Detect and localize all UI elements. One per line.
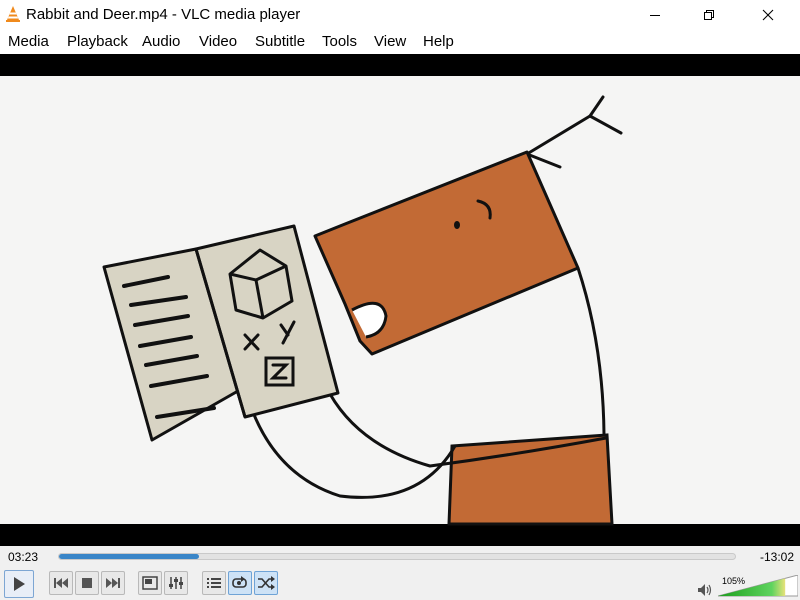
- previous-button[interactable]: [49, 571, 73, 595]
- skip-next-icon: [106, 578, 120, 588]
- time-remaining[interactable]: -13:02: [760, 550, 794, 564]
- menu-view[interactable]: View: [374, 33, 406, 50]
- menu-tools[interactable]: Tools: [322, 33, 357, 50]
- playlist-button[interactable]: [202, 571, 226, 595]
- seek-slider[interactable]: [58, 553, 736, 560]
- vlc-cone-icon: [6, 6, 20, 22]
- shuffle-icon: [258, 576, 275, 590]
- window-title: Rabbit and Deer.mp4 - VLC media player: [26, 6, 301, 23]
- video-frame: [0, 54, 800, 546]
- volume-slider[interactable]: [718, 575, 798, 597]
- loop-icon: [232, 576, 247, 588]
- menu-help[interactable]: Help: [423, 33, 454, 50]
- fullscreen-button[interactable]: [138, 571, 162, 595]
- menu-media[interactable]: Media: [8, 33, 49, 50]
- menu-audio[interactable]: Audio: [142, 33, 180, 50]
- fullscreen-icon: [142, 576, 158, 590]
- playlist-icon: [207, 578, 221, 588]
- skip-previous-icon: [54, 578, 68, 588]
- video-output[interactable]: [0, 54, 800, 546]
- close-icon: [762, 9, 774, 21]
- restore-button[interactable]: [686, 0, 732, 30]
- menu-bar: Media Playback Audio Video Subtitle Tool…: [0, 30, 800, 54]
- stop-icon: [82, 578, 92, 588]
- close-button[interactable]: [745, 0, 791, 30]
- time-elapsed[interactable]: 03:23: [8, 550, 38, 564]
- stop-button[interactable]: [75, 571, 99, 595]
- play-button[interactable]: [4, 570, 34, 598]
- loop-button[interactable]: [228, 571, 252, 595]
- seek-progress: [59, 554, 199, 559]
- title-bar: Rabbit and Deer.mp4 - VLC media player: [0, 0, 800, 30]
- menu-playback[interactable]: Playback: [67, 33, 128, 50]
- character-body: [447, 433, 614, 526]
- play-icon: [14, 577, 25, 591]
- vlc-window: Rabbit and Deer.mp4 - VLC media player M…: [0, 0, 800, 600]
- random-button[interactable]: [254, 571, 278, 595]
- control-bar: 105%: [0, 568, 800, 600]
- speaker-icon[interactable]: [697, 583, 713, 597]
- menu-subtitle[interactable]: Subtitle: [255, 33, 305, 50]
- restore-icon: [704, 10, 714, 20]
- extended-settings-button[interactable]: [164, 571, 188, 595]
- seek-row: 03:23 -13:02: [0, 546, 800, 568]
- next-button[interactable]: [101, 571, 125, 595]
- minimize-button[interactable]: [632, 0, 678, 30]
- equalizer-icon: [169, 577, 183, 589]
- minimize-icon: [650, 15, 660, 16]
- menu-video[interactable]: Video: [199, 33, 237, 50]
